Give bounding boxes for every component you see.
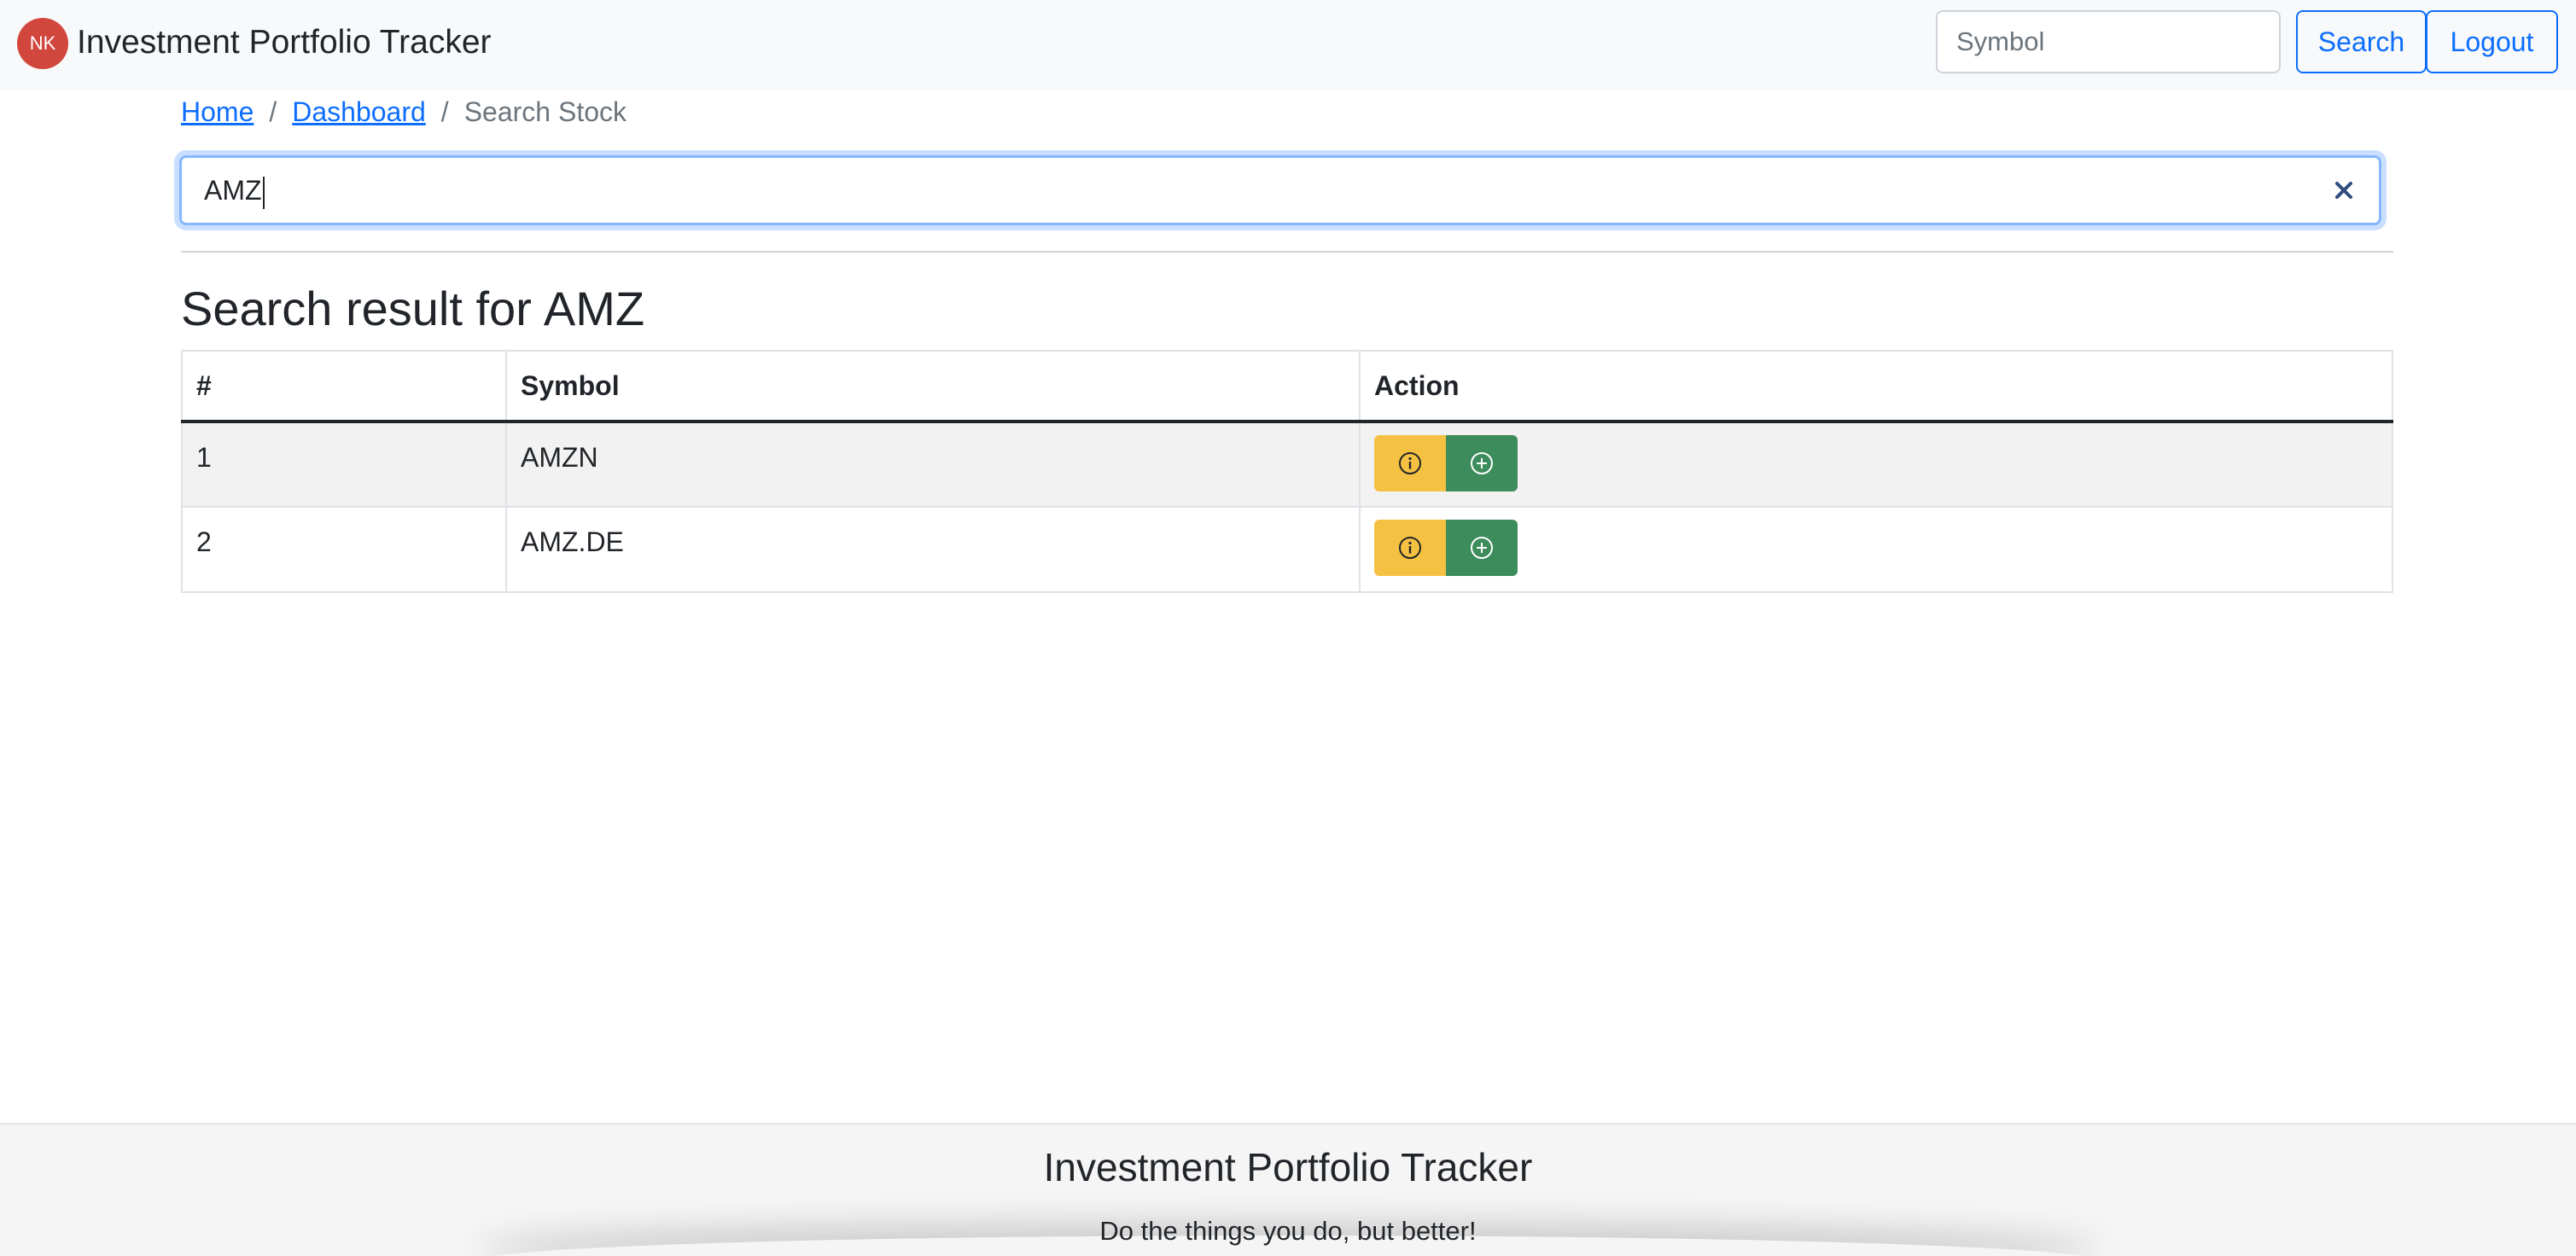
row-actions [1359,506,2393,593]
brand-title[interactable]: Investment Portfolio Tracker [77,19,492,67]
plus-circle-icon [1471,537,1493,559]
column-header-index: # [181,350,507,423]
add-to-portfolio-button[interactable] [1446,520,1518,576]
add-to-portfolio-button[interactable] [1446,435,1518,491]
breadcrumb-dashboard-link[interactable]: Dashboard [292,92,426,131]
row-actions [1359,421,2393,508]
info-button[interactable] [1374,435,1446,491]
table-row: 2 AMZ.DE [181,506,2393,593]
heading-query: AMZ [543,282,645,335]
footer-tagline: Do the things you do, but better! [1099,1216,1477,1246]
action-button-group [1374,435,2378,491]
breadcrumb-home-link[interactable]: Home [181,92,254,131]
breadcrumb-current: Search Stock [463,96,627,127]
breadcrumb: Home / Dashboard / Search Stock [181,92,627,131]
navbar: NK Investment Portfolio Tracker Search L… [0,0,2576,90]
footer: Investment Portfolio Tracker Do the thin… [0,1123,2576,1256]
info-circle-icon [1399,452,1421,474]
avatar-initials: NK [29,32,56,54]
table-header-row: # Symbol Action [181,350,2393,423]
close-icon[interactable] [2331,177,2357,203]
footer-title: Investment Portfolio Tracker [1043,1145,1533,1189]
user-avatar[interactable]: NK [17,18,68,69]
text-caret [262,176,265,209]
results-table: # Symbol Action 1 AMZN 2 AMZ.DE [181,350,2393,593]
logout-button[interactable]: Logout [2426,10,2558,73]
action-button-group [1374,520,2378,576]
row-index: 1 [181,421,507,508]
column-header-action: Action [1359,350,2393,423]
row-symbol: AMZN [505,421,1361,508]
table-row: 1 AMZN [181,421,2393,508]
plus-circle-icon [1471,452,1493,474]
info-button[interactable] [1374,520,1446,576]
breadcrumb-separator: / [269,96,277,127]
results-table-container: # Symbol Action 1 AMZN 2 AMZ.DE [181,350,2393,593]
divider [181,251,2393,253]
navbar-search-button[interactable]: Search [2296,10,2427,73]
stock-search-field[interactable]: AMZ [179,155,2381,225]
row-index: 2 [181,506,507,593]
search-input-value: AMZ [204,175,262,206]
search-result-heading: Search result for AMZ [181,278,656,340]
heading-prefix: Search result for [181,282,532,335]
navbar-symbol-input[interactable] [1936,10,2281,73]
row-symbol: AMZ.DE [505,506,1361,593]
stock-search-input[interactable]: AMZ [204,158,265,223]
column-header-symbol: Symbol [505,350,1361,423]
breadcrumb-separator: / [440,96,449,127]
info-circle-icon [1399,537,1421,559]
